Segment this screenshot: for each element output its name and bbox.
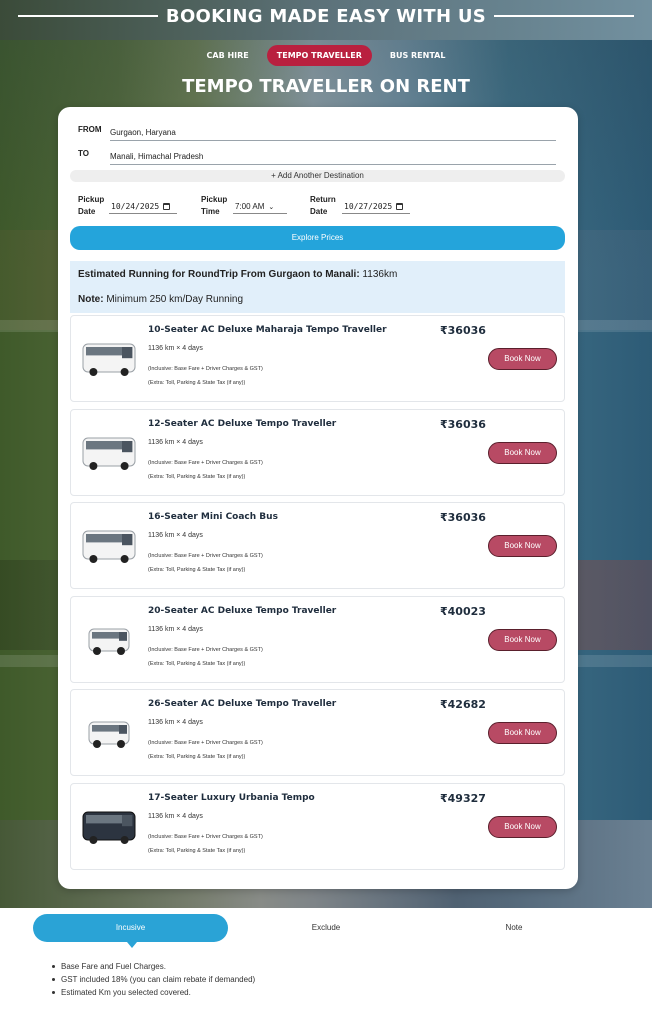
vehicle-inclusive-note: (Inclusive: Base Fare + Driver Charges &… — [148, 647, 263, 653]
title-divider-right — [494, 15, 635, 17]
list-item: Estimated Km you selected covered. — [52, 986, 255, 999]
chevron-down-icon: ⌄ — [268, 203, 275, 211]
hero-title-row: BOOKING MADE EASY WITH US — [0, 4, 652, 28]
vehicle-card: 26-Seater AC Deluxe Tempo Traveller ₹4268… — [70, 689, 565, 776]
vehicle-image — [81, 338, 137, 378]
estimate-distance: Estimated Running for RoundTrip From Gur… — [78, 269, 398, 280]
vehicle-name: 20-Seater AC Deluxe Tempo Traveller — [148, 606, 337, 616]
pickup-time-select[interactable]: 7:00 AM ⌄ — [233, 200, 287, 214]
pickup-time-value: 7:00 AM — [235, 202, 265, 211]
book-now-button[interactable]: Book Now — [488, 629, 557, 651]
list-item: GST included 18% (you can claim rebate i… — [52, 973, 255, 986]
inclusions-list: Base Fare and Fuel Charges. GST included… — [52, 960, 255, 999]
title-divider-left — [17, 15, 158, 17]
vehicle-image — [81, 432, 137, 472]
booking-card: FROM TO + Add Another Destination Pickup… — [58, 107, 578, 889]
from-label: FROM — [78, 125, 102, 134]
vehicle-price: ₹42682 — [440, 698, 486, 711]
tab-tempo-traveller[interactable]: TEMPO TRAVELLER — [266, 44, 372, 66]
estimate-note: Note: Minimum 250 km/Day Running — [78, 294, 244, 305]
vehicle-image — [81, 712, 137, 752]
tab-inclusive[interactable]: Incusive — [33, 914, 228, 942]
vehicle-price: ₹36036 — [440, 511, 486, 524]
vehicle-inclusive-note: (Inclusive: Base Fare + Driver Charges &… — [148, 553, 263, 559]
from-row: FROM — [78, 121, 556, 143]
vehicle-name: 12-Seater AC Deluxe Tempo Traveller — [148, 419, 337, 429]
vehicle-name: 16-Seater Mini Coach Bus — [148, 512, 278, 522]
add-destination-button[interactable]: + Add Another Destination — [70, 170, 565, 182]
tab-note[interactable]: Note — [418, 914, 610, 942]
vehicle-name: 10-Seater AC Deluxe Maharaja Tempo Trave… — [148, 325, 387, 335]
page-title: BOOKING MADE EASY WITH US — [165, 5, 487, 27]
service-tabs: CAB HIRE TEMPO TRAVELLER BUS RENTAL — [0, 43, 652, 67]
vehicle-name: 26-Seater AC Deluxe Tempo Traveller — [148, 699, 337, 709]
vehicle-distance: 1136 km × 4 days — [148, 626, 203, 633]
vehicle-inclusive-note: (Inclusive: Base Fare + Driver Charges &… — [148, 460, 263, 466]
list-item: Base Fare and Fuel Charges. — [52, 960, 255, 973]
vehicle-price: ₹36036 — [440, 324, 486, 337]
from-input[interactable] — [110, 121, 556, 141]
vehicle-distance: 1136 km × 4 days — [148, 813, 203, 820]
pickup-time-label: Pickup Time — [201, 195, 228, 216]
active-tab-pointer — [127, 942, 137, 948]
vehicle-distance: 1136 km × 4 days — [148, 532, 203, 539]
book-now-button[interactable]: Book Now — [488, 535, 557, 557]
vehicle-image — [81, 525, 137, 565]
vehicle-extra-note: (Extra: Toll, Parking & State Tax (if an… — [148, 661, 246, 667]
pickup-date-value: 10/24/2025 — [111, 202, 160, 211]
vehicle-card: 17-Seater Luxury Urbania Tempo ₹49327 1136… — [70, 783, 565, 870]
vehicle-inclusive-note: (Inclusive: Base Fare + Driver Charges &… — [148, 366, 263, 372]
vehicle-extra-note: (Extra: Toll, Parking & State Tax (if an… — [148, 474, 246, 480]
section-subtitle: TEMPO TRAVELLER ON RENT — [182, 76, 470, 97]
to-row: TO — [78, 145, 556, 167]
explore-prices-button[interactable]: Explore Prices — [70, 226, 565, 250]
tab-cab-hire[interactable]: CAB HIRE — [197, 45, 259, 66]
tab-bus-rental[interactable]: BUS RENTAL — [380, 45, 456, 66]
book-now-button[interactable]: Book Now — [488, 816, 557, 838]
vehicle-price: ₹40023 — [440, 605, 486, 618]
vehicle-distance: 1136 km × 4 days — [148, 345, 203, 352]
pickup-date-label: Pickup Date — [78, 195, 105, 216]
to-label: TO — [78, 149, 89, 158]
calendar-icon — [163, 203, 171, 210]
info-tabs: Incusive Exclude Note — [33, 914, 598, 948]
pickup-date-input[interactable]: 10/24/2025 — [109, 200, 177, 214]
vehicle-price: ₹49327 — [440, 792, 486, 805]
vehicle-card: 16-Seater Mini Coach Bus ₹36036 1136 km × … — [70, 502, 565, 589]
return-date-input[interactable]: 10/27/2025 — [342, 200, 410, 214]
book-now-button[interactable]: Book Now — [488, 348, 557, 370]
vehicle-distance: 1136 km × 4 days — [148, 439, 203, 446]
vehicle-card: 10-Seater AC Deluxe Maharaja Tempo Trave… — [70, 315, 565, 402]
vehicle-inclusive-note: (Inclusive: Base Fare + Driver Charges &… — [148, 834, 263, 840]
vehicle-extra-note: (Extra: Toll, Parking & State Tax (if an… — [148, 848, 246, 854]
vehicle-card: 12-Seater AC Deluxe Tempo Traveller ₹3603… — [70, 409, 565, 496]
estimate-banner: Estimated Running for RoundTrip From Gur… — [70, 261, 565, 313]
to-input[interactable] — [110, 145, 556, 165]
vehicle-card: 20-Seater AC Deluxe Tempo Traveller ₹4002… — [70, 596, 565, 683]
calendar-icon — [396, 203, 404, 210]
vehicle-image — [81, 806, 137, 846]
vehicle-distance: 1136 km × 4 days — [148, 719, 203, 726]
book-now-button[interactable]: Book Now — [488, 442, 557, 464]
vehicle-inclusive-note: (Inclusive: Base Fare + Driver Charges &… — [148, 740, 263, 746]
tab-exclude[interactable]: Exclude — [230, 914, 422, 942]
vehicle-extra-note: (Extra: Toll, Parking & State Tax (if an… — [148, 567, 246, 573]
return-date-label: Return Date — [310, 195, 336, 216]
vehicle-price: ₹36036 — [440, 418, 486, 431]
vehicle-name: 17-Seater Luxury Urbania Tempo — [148, 793, 315, 803]
book-now-button[interactable]: Book Now — [488, 722, 557, 744]
return-date-value: 10/27/2025 — [344, 202, 393, 211]
vehicle-extra-note: (Extra: Toll, Parking & State Tax (if an… — [148, 754, 246, 760]
vehicle-image — [81, 619, 137, 659]
vehicle-extra-note: (Extra: Toll, Parking & State Tax (if an… — [148, 380, 246, 386]
